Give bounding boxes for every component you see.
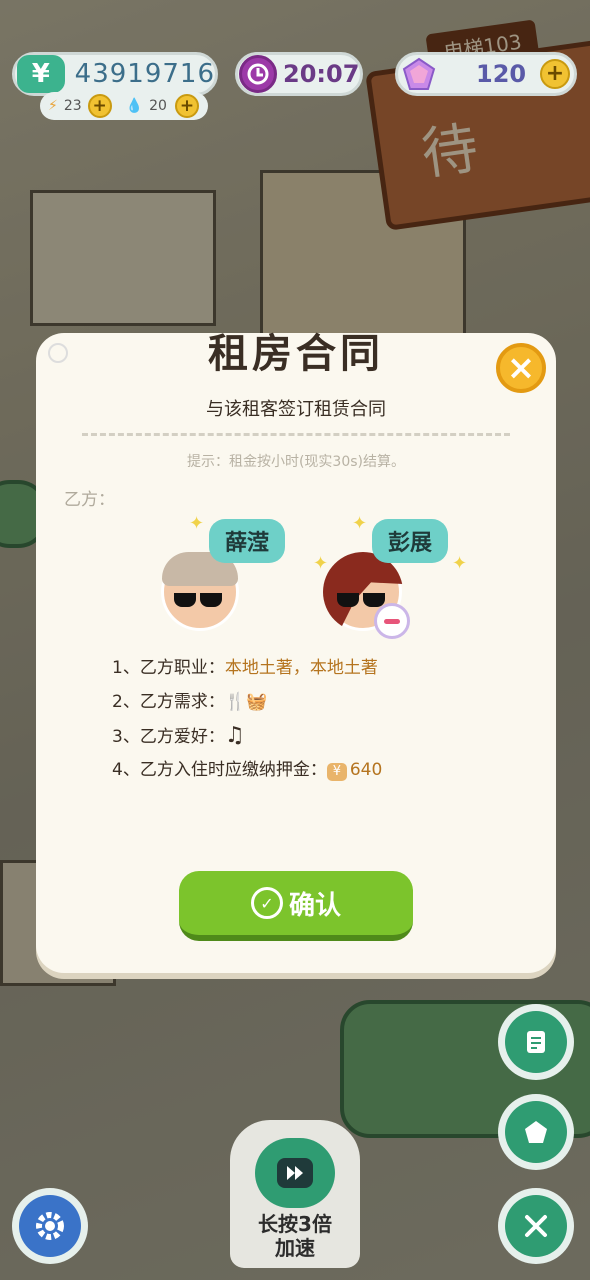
energy-icon: ⚡ [48, 98, 58, 114]
needs-icons: 🍴🧺 [224, 692, 268, 712]
speed-label-line2: 加速 [275, 1236, 315, 1260]
coin-icon: ¥ [326, 763, 347, 781]
term-label: 4、乙方入住时应缴纳押金： [112, 760, 327, 780]
contract-terms: 1、乙方职业：本地土著，本地土著 2、乙方需求：🍴🧺 3、乙方爱好：♫ 4、乙方… [112, 651, 382, 787]
energy-value: 23 [63, 98, 82, 114]
dialog-subtitle: 与该租客签订租赁合同 [206, 399, 386, 420]
notes-button[interactable] [498, 1004, 574, 1080]
clock-display: 20:07 [235, 52, 363, 96]
gem-icon [402, 57, 436, 91]
gem-shop-icon [505, 1101, 567, 1163]
music-icon: ♫ [224, 723, 245, 748]
money-value: 43919716 [74, 59, 215, 89]
shop-button[interactable] [498, 1094, 574, 1170]
money-icon: ¥ [17, 55, 65, 93]
sparkle-icon: ✦ [352, 513, 368, 534]
money-display[interactable]: ¥ 43919716 [12, 52, 218, 96]
term-label: 3、乙方爱好： [112, 727, 225, 747]
speed-up-button[interactable]: 长按3倍 加速 [230, 1120, 360, 1268]
water-value: 20 [149, 98, 167, 114]
sparkle-icon: ✦ [189, 513, 205, 534]
clock-value: 20:07 [283, 60, 360, 88]
sparkle-icon: ✦ [452, 553, 468, 574]
clock-icon [239, 55, 277, 93]
sunglasses-icon [337, 592, 389, 607]
water-icon: 💧 [125, 98, 144, 114]
tenant-card[interactable]: ✦ ✦ 彭展 [323, 513, 474, 639]
term-row: 4、乙方入住时应缴纳押金： ¥640 [112, 753, 382, 787]
term-label: 1、乙方职业： [112, 658, 225, 678]
gems-value: 120 [476, 60, 527, 88]
check-icon: ✓ [250, 887, 283, 919]
sunglasses-icon [174, 592, 226, 607]
dialog-title: 租房合同 [208, 331, 384, 377]
energy-plus-button[interactable]: + [87, 94, 112, 118]
gems-plus-button[interactable]: + [540, 59, 570, 89]
term-row: 2、乙方需求：🍴🧺 [112, 685, 382, 719]
confirm-label: 确认 [288, 890, 341, 921]
notes-icon [505, 1011, 567, 1073]
hint-text: 提示：租金按小时(现实30s)结算。 [186, 454, 406, 470]
rent-contract-dialog: 租房合同 × 与该租客签订租赁合同 提示：租金按小时(现实30s)结算。 乙方：… [36, 331, 556, 973]
gems-display[interactable]: 120 + [395, 52, 577, 96]
speed-label: 长按3倍 加速 [230, 1212, 360, 1260]
divider [82, 433, 510, 436]
term-row: 1、乙方职业：本地土著，本地土著 [112, 651, 382, 685]
term-value: 本地土著，本地土著 [224, 658, 378, 678]
water-plus-button[interactable]: + [174, 94, 199, 118]
tenant-card[interactable]: ✦ ✦ 薛滢 [161, 513, 328, 631]
tv-fastforward-icon [255, 1138, 335, 1208]
tenant-name: 薛滢 [209, 519, 286, 563]
term-row: 3、乙方爱好：♫ [112, 719, 382, 753]
speed-label-line1: 长按3倍 [258, 1212, 332, 1236]
tools-button[interactable] [498, 1188, 574, 1264]
confirm-button[interactable]: ✓ 确认 [179, 871, 413, 941]
resources-bar: ⚡ 23 + 💧 20 + [40, 92, 208, 120]
tools-icon [505, 1195, 567, 1257]
close-button[interactable]: × [496, 343, 546, 393]
gear-icon [19, 1195, 81, 1257]
party-label: 乙方： [64, 490, 115, 510]
term-label: 2、乙方需求： [112, 692, 225, 712]
tenant-avatar [161, 552, 239, 631]
settings-button[interactable] [12, 1188, 88, 1264]
tenant-name: 彭展 [372, 519, 449, 563]
deposit-value: 640 [349, 760, 383, 780]
remove-tenant-button[interactable] [374, 603, 410, 639]
